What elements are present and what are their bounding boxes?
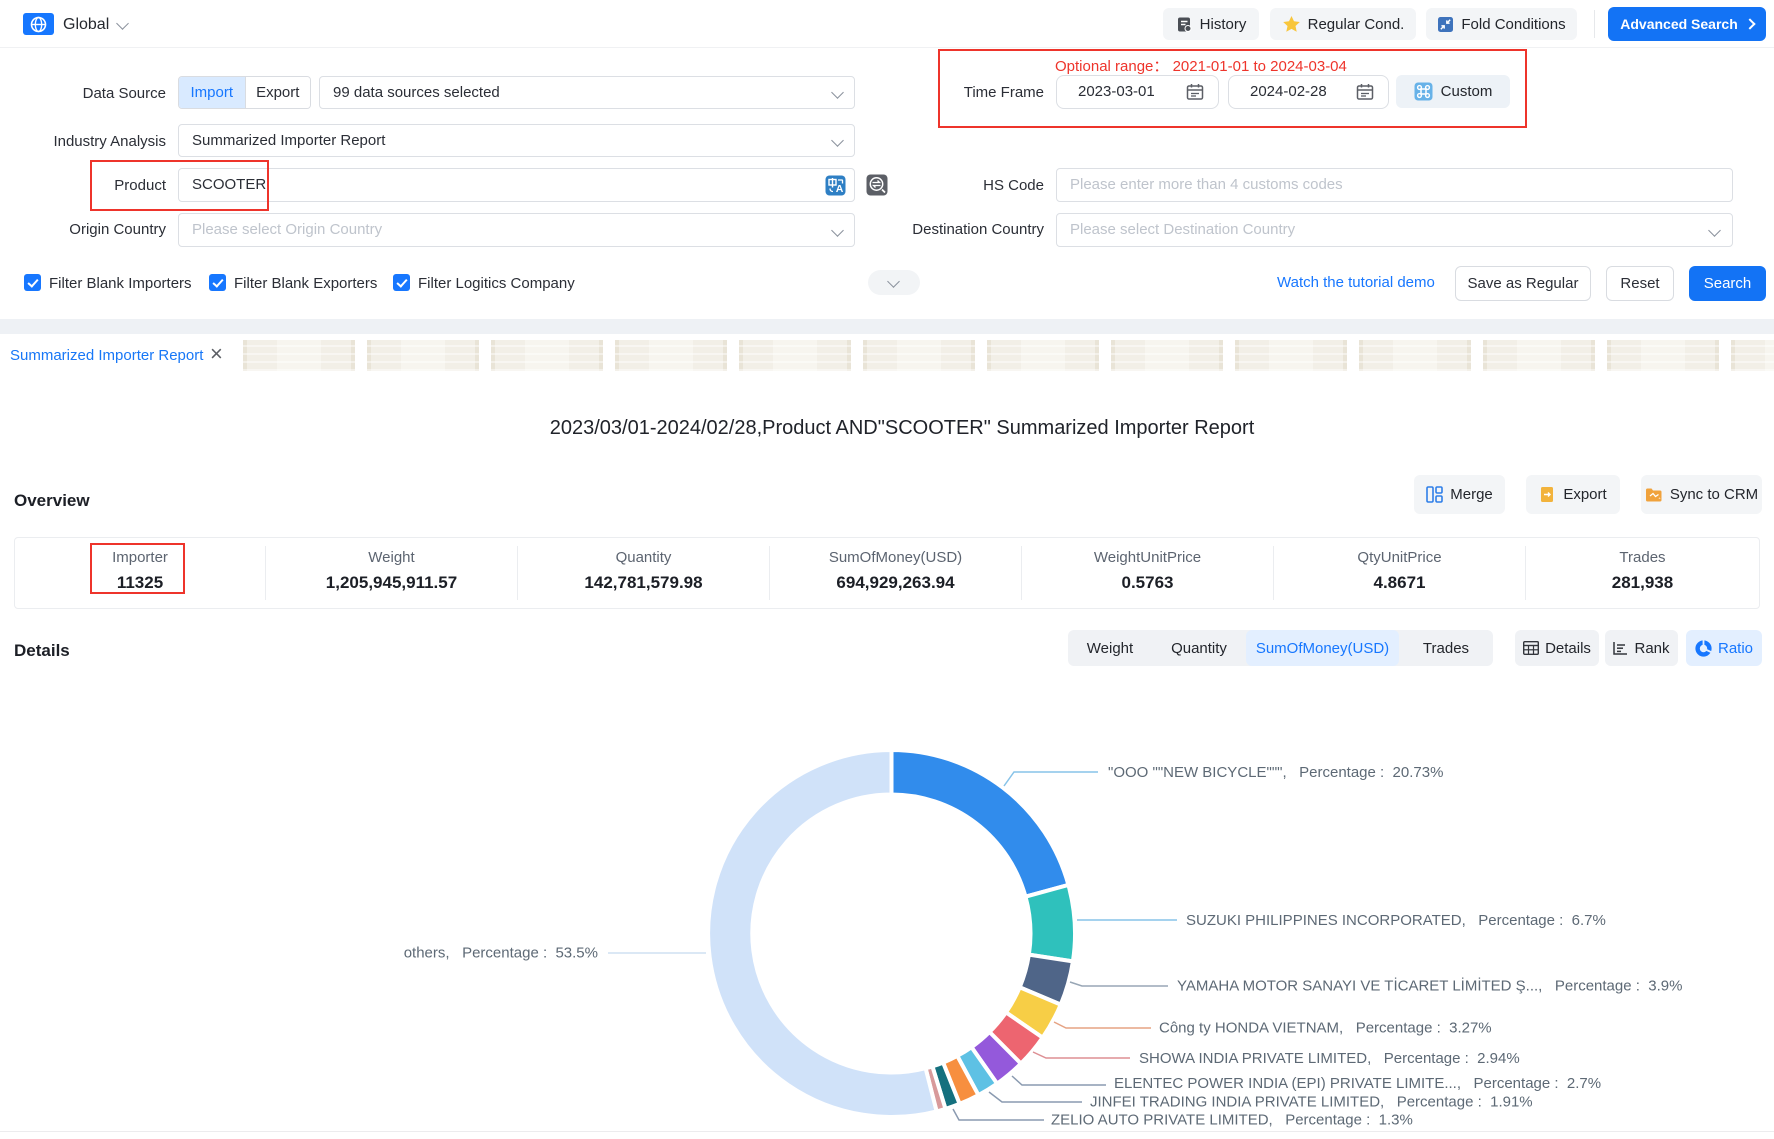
svg-text:ZELIO AUTO PRIVATE LIMITED,: ZELIO AUTO PRIVATE LIMITED, Percentage :… [1051, 1112, 1413, 1129]
svg-text:Công ty HONDA VIETNAM, Perce: Công ty HONDA VIETNAM, Percentage : 3.27… [1159, 1020, 1492, 1037]
svg-text:ELENTEC POWER INDIA (EPI) PRIV: ELENTEC POWER INDIA (EPI) PRIVATE LIMITE… [1114, 1075, 1601, 1092]
svg-text:SHOWA INDIA PRIVATE LIMITED,: SHOWA INDIA PRIVATE LIMITED, Percentage … [1139, 1050, 1520, 1067]
svg-text:"OOO ""NEW BICYCLE""", Perce: "OOO ""NEW BICYCLE""", Percentage : 20.7… [1108, 764, 1443, 781]
svg-text:JINFEI TRADING INDIA PRIVATE L: JINFEI TRADING INDIA PRIVATE LIMITED, Pe… [1090, 1094, 1533, 1111]
svg-text:YAMAHA MOTOR SANAYI VE TİCARET: YAMAHA MOTOR SANAYI VE TİCARET LİMİTED Ş… [1177, 977, 1682, 995]
svg-text:SUZUKI PHILIPPINES INCORPORATE: SUZUKI PHILIPPINES INCORPORATED, Percent… [1186, 912, 1606, 929]
svg-text:others, Percentage : 53.5%: others, Percentage : 53.5% [404, 945, 598, 962]
svg-text:A: A [836, 183, 844, 195]
